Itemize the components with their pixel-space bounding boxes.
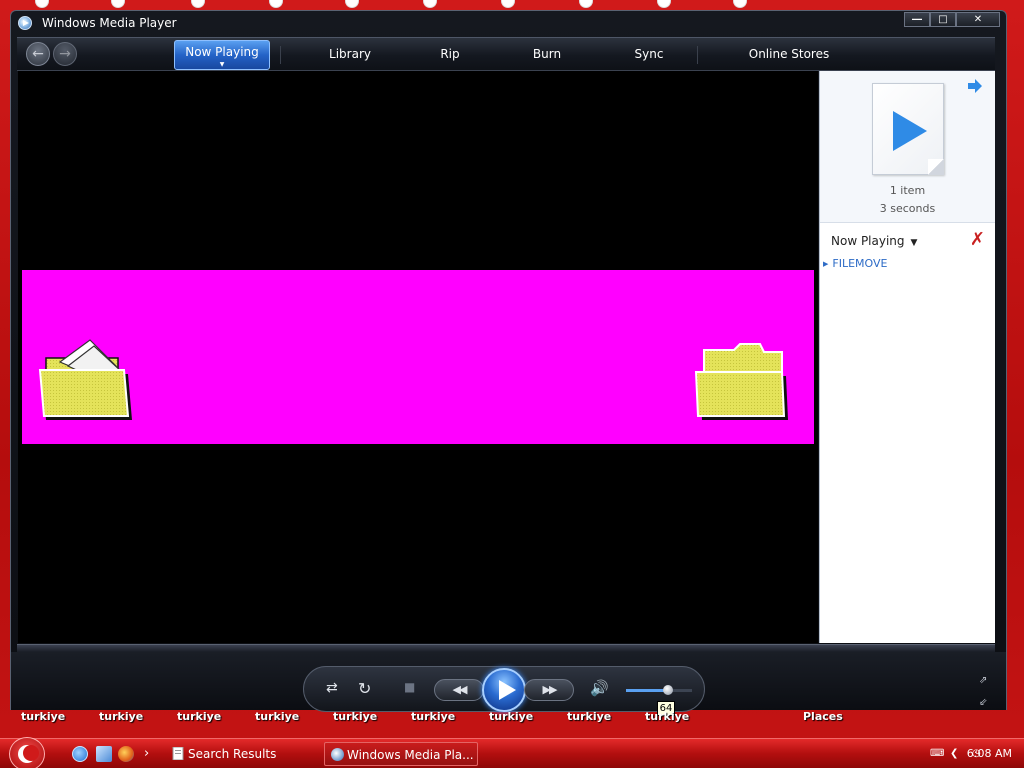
- chevron-down-icon: ▼: [910, 238, 918, 248]
- volume-slider[interactable]: [626, 685, 692, 695]
- now-playing-pane: 1 item 3 seconds Now Playing ▼ ✗ ▶ FILEMOV…: [819, 71, 995, 643]
- play-icon: [893, 111, 927, 151]
- window-title: Windows Media Player: [42, 16, 177, 30]
- clock[interactable]: 6:08 AM: [967, 739, 1012, 768]
- show-desktop-icon[interactable]: [96, 746, 112, 762]
- tab-now-playing[interactable]: Now Playing ▼: [174, 40, 270, 70]
- tray-expand-icon[interactable]: ❮: [950, 748, 962, 760]
- taskbar-item-media-player[interactable]: Windows Media Pla...: [324, 742, 478, 766]
- desktop-icon-label[interactable]: turkiye: [21, 710, 65, 723]
- forward-arrow-icon[interactable]: →: [53, 42, 77, 66]
- destination-folder-icon: [694, 343, 788, 420]
- page-fold: [928, 159, 944, 175]
- desktop-icon-label[interactable]: Places: [803, 710, 843, 723]
- close-button[interactable]: ✕: [956, 12, 1000, 27]
- tab-label: Now Playing: [185, 45, 259, 59]
- desktop-icon-partial[interactable]: [654, 0, 674, 8]
- tab-rip[interactable]: Rip: [409, 38, 491, 71]
- taskbar-item-search-results[interactable]: Search Results: [166, 742, 316, 766]
- media-player-window: Windows Media Player ― □ ✕ ← → Now Playi…: [10, 10, 1007, 712]
- tab-burn[interactable]: Burn: [491, 38, 603, 71]
- tab-label: Online Stores: [748, 47, 830, 61]
- internet-explorer-icon[interactable]: [72, 746, 88, 762]
- desktop-icon-label[interactable]: turkiye: [645, 710, 689, 723]
- nav-bar: ← → Now Playing ▼ Library Rip Burn Sync …: [17, 37, 995, 71]
- desktop-icon-partial[interactable]: [108, 0, 128, 8]
- tab-online-stores[interactable]: Online Stores: [707, 38, 871, 71]
- volume-fill: [626, 689, 669, 692]
- back-arrow-icon[interactable]: ←: [26, 42, 50, 66]
- play-button[interactable]: [482, 668, 526, 712]
- list-item[interactable]: ▶ FILEMOVE: [823, 257, 887, 270]
- tab-label: Sync: [634, 47, 664, 61]
- taskbar-item-label: Windows Media Pla...: [347, 748, 474, 762]
- tab-divider: [280, 46, 281, 64]
- volume-thumb[interactable]: [663, 685, 674, 695]
- file-move-animation: [22, 270, 814, 444]
- desktop-icon-partial[interactable]: [266, 0, 286, 8]
- playback-controls: ⇄ ↻ ■ ◀◀ ▶▶ 🔊 ⇗ ⇙: [11, 652, 1006, 712]
- media-thumbnail[interactable]: [872, 83, 944, 175]
- desktop-icon-partial[interactable]: [730, 0, 750, 8]
- arrow-right-icon[interactable]: [967, 79, 983, 93]
- start-button[interactable]: [9, 737, 45, 768]
- clear-list-icon[interactable]: ✗: [970, 230, 985, 250]
- desktop-icon-partial[interactable]: [32, 0, 52, 8]
- control-pill: ⇄ ↻ ■ ◀◀ ▶▶ 🔊: [303, 666, 705, 712]
- taskbar: › Search Results Windows Media Pla... ⌨ …: [0, 737, 1024, 768]
- desktop-icon-label[interactable]: turkiye: [567, 710, 611, 723]
- desktop-icon-partial[interactable]: [188, 0, 208, 8]
- desktop-icon-partial[interactable]: [498, 0, 518, 8]
- desktop-icon-partial[interactable]: [576, 0, 596, 8]
- media-player-icon: [331, 748, 344, 761]
- desktop-icon-label[interactable]: turkiye: [177, 710, 221, 723]
- desktop-icon-label[interactable]: turkiye: [255, 710, 299, 723]
- desktop-icon-partial[interactable]: [342, 0, 362, 8]
- desktop-icon-label[interactable]: turkiye: [99, 710, 143, 723]
- tab-label: Burn: [532, 47, 562, 61]
- list-title: Now Playing: [831, 234, 905, 248]
- stop-icon[interactable]: ■: [404, 680, 415, 694]
- desktop-icon-label[interactable]: turkiye: [333, 710, 377, 723]
- list-item-label: FILEMOVE: [832, 257, 888, 270]
- chevron-down-icon: ▼: [219, 61, 225, 68]
- media-info-area: 1 item 3 seconds: [820, 71, 995, 223]
- shuffle-icon[interactable]: ⇄: [326, 680, 338, 696]
- media-player-app-icon[interactable]: [18, 16, 32, 30]
- minimize-button[interactable]: ―: [904, 12, 930, 27]
- source-folder-icon: [38, 339, 132, 420]
- taskbar-item-label: Search Results: [188, 747, 277, 761]
- search-document-icon: [172, 747, 184, 760]
- quick-launch-chevron-icon[interactable]: ›: [144, 747, 156, 760]
- tab-library[interactable]: Library: [291, 38, 409, 71]
- tab-divider: [697, 46, 698, 64]
- previous-button[interactable]: ◀◀: [434, 679, 484, 701]
- title-bar[interactable]: Windows Media Player ― □ ✕: [11, 11, 1006, 35]
- now-playing-list-dropdown[interactable]: Now Playing ▼: [831, 234, 917, 248]
- repeat-icon[interactable]: ↻: [358, 679, 371, 698]
- seek-bar[interactable]: [17, 644, 995, 652]
- desktop-icon-partial[interactable]: [420, 0, 440, 8]
- keyboard-icon[interactable]: ⌨: [930, 748, 944, 760]
- tab-sync[interactable]: Sync: [603, 38, 695, 71]
- video-area[interactable]: [18, 71, 818, 643]
- total-duration: 3 seconds: [879, 202, 936, 215]
- next-button[interactable]: ▶▶: [524, 679, 574, 701]
- tab-label: Library: [329, 47, 371, 61]
- desktop-icon-label[interactable]: turkiye: [489, 710, 533, 723]
- switch-to-skin-icon[interactable]: ⇗: [979, 676, 991, 686]
- mute-speaker-icon[interactable]: 🔊: [590, 679, 609, 697]
- maximize-button[interactable]: □: [930, 12, 956, 27]
- desktop-icon-label[interactable]: turkiye: [411, 710, 455, 723]
- firefox-icon[interactable]: [118, 746, 134, 762]
- item-count: 1 item: [889, 184, 926, 197]
- tab-label: Rip: [440, 47, 460, 61]
- full-screen-icon[interactable]: ⇙: [979, 698, 991, 708]
- triangle-right-icon: ▶: [823, 260, 829, 268]
